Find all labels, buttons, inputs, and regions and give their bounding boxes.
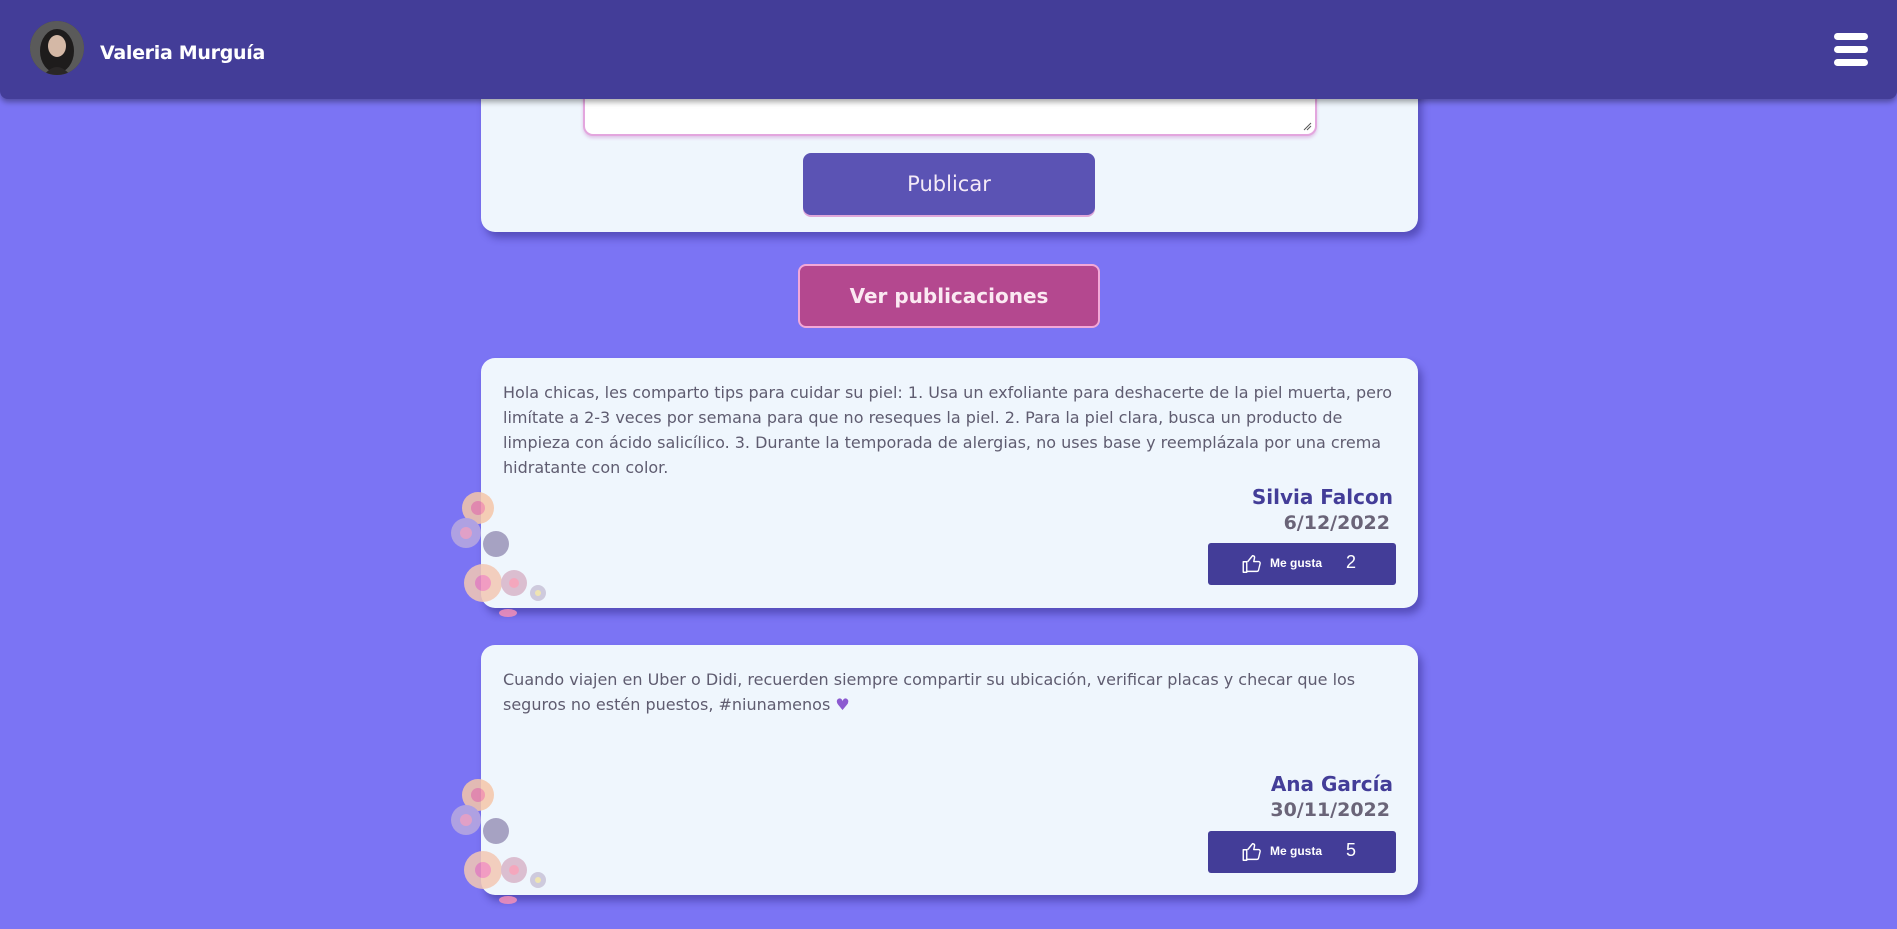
hamburger-menu-icon[interactable] bbox=[1834, 33, 1868, 67]
like-count: 2 bbox=[1346, 552, 1357, 572]
like-button[interactable]: Me gusta 5 bbox=[1208, 831, 1396, 873]
post-author: Silvia Falcon bbox=[1251, 485, 1393, 509]
flower-decoration-icon bbox=[451, 779, 546, 904]
avatar-photo bbox=[30, 21, 84, 75]
flower-decoration-icon bbox=[451, 492, 546, 617]
post-text: Cuando viajen en Uber o Didi, recuerden … bbox=[503, 670, 1356, 714]
post-card: Hola chicas, les comparto tips para cuid… bbox=[451, 358, 1418, 617]
thumbs-up-icon bbox=[1242, 842, 1261, 861]
like-label: Me gusta bbox=[1270, 844, 1323, 858]
post-author: Ana García bbox=[1270, 772, 1393, 796]
post-date: 30/11/2022 bbox=[1270, 799, 1390, 821]
post-card: Cuando viajen en Uber o Didi, recuerden … bbox=[451, 645, 1418, 904]
user-name: Valeria Murguía bbox=[100, 42, 265, 64]
post-text-container: Cuando viajen en Uber o Didi, recuerden … bbox=[503, 667, 1403, 717]
like-button[interactable]: Me gusta 2 bbox=[1208, 543, 1396, 585]
view-posts-button[interactable]: Ver publicaciones bbox=[798, 264, 1100, 328]
post-date: 6/12/2022 bbox=[1283, 512, 1390, 534]
publish-button[interactable]: Publicar bbox=[803, 153, 1095, 215]
post-text: Hola chicas, les comparto tips para cuid… bbox=[503, 383, 1392, 477]
thumbs-up-icon bbox=[1242, 554, 1261, 573]
purple-heart-icon: ♥ bbox=[835, 695, 850, 714]
top-navbar: Valeria Murguía bbox=[0, 0, 1897, 99]
resize-grip-icon[interactable] bbox=[1302, 121, 1312, 131]
like-count: 5 bbox=[1346, 840, 1357, 860]
user-avatar[interactable] bbox=[30, 21, 84, 75]
like-label: Me gusta bbox=[1270, 556, 1323, 570]
